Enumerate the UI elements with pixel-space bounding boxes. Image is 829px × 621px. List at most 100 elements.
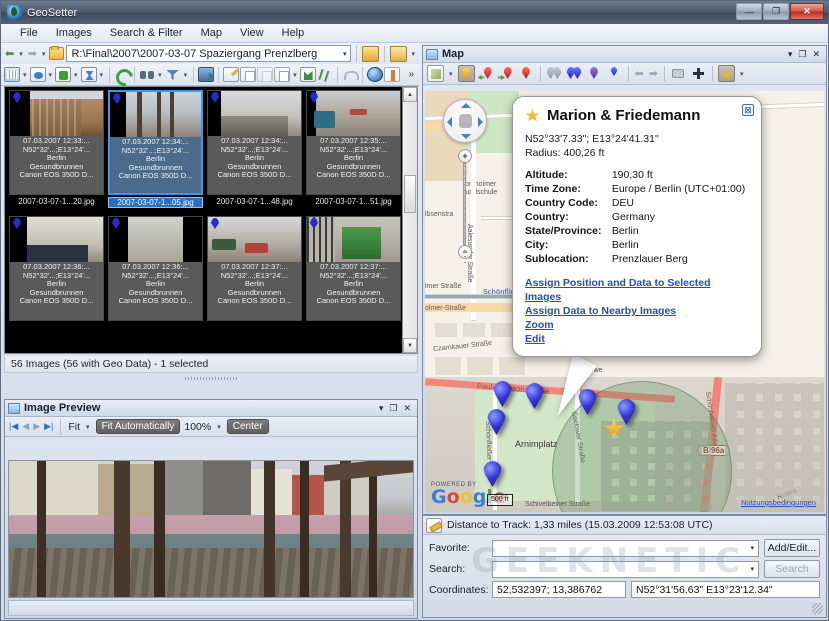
assign-position-link[interactable]: Assign Position and Data to Selected Ima… (525, 276, 749, 304)
thumbnail-box[interactable]: 07.03.2007 12:37:... N52°32'...;E13°24'.… (306, 216, 401, 321)
copy-multi-icon[interactable] (274, 67, 290, 82)
preview-close-button[interactable]: ✕ (403, 403, 411, 414)
search-icon[interactable] (139, 67, 155, 82)
close-button[interactable]: ✕ (790, 3, 824, 20)
map-back-arrow-icon[interactable]: ⬅ (634, 67, 645, 80)
map-maximize-button[interactable]: ❐ (798, 49, 806, 60)
thumbnail-item[interactable]: 07.03.2007 12:36:... N52°32'...;E13°24'.… (108, 216, 203, 321)
forward-history-caret-icon[interactable]: ▾ (40, 50, 48, 58)
thumbnail-item[interactable]: 07.03.2007 12:36:... N52°32'...;E13°24'.… (9, 216, 104, 321)
thumbnail-item[interactable]: 07.03.2007 12:37:... N52°32'...;E13°24'.… (306, 216, 401, 321)
maximize-button[interactable]: ❐ (763, 3, 789, 20)
map-collapse-button[interactable]: ▾ (788, 49, 793, 60)
open-folder-icon[interactable] (49, 47, 64, 60)
filter-icon[interactable] (165, 67, 181, 82)
map-pin[interactable] (617, 399, 636, 425)
save-changes-icon[interactable] (55, 67, 71, 82)
pan-down-arrow-icon[interactable] (461, 134, 471, 139)
thumbnail-item[interactable]: 07.03.2007 12:35:... N52°32'...;E13°24'.… (306, 90, 401, 208)
thumbnail-box[interactable]: 07.03.2007 12:36:... N52°32'...;E13°24'.… (108, 216, 203, 321)
prev-image-button[interactable]: ◀ (22, 421, 29, 432)
map-forward-arrow-icon[interactable]: ➡ (648, 67, 659, 80)
paste-icon[interactable] (257, 67, 273, 82)
refresh-icon[interactable] (114, 67, 130, 82)
forward-arrow-icon[interactable]: ➡ (27, 47, 38, 60)
pan-right-arrow-icon[interactable] (478, 117, 483, 127)
thumbnail-box[interactable]: 07.03.2007 12:34:... N52°32'...;E13°24'.… (207, 90, 302, 195)
thumbnail-item[interactable]: 07.03.2007 12:33:... N52°32'...;E13°24'.… (9, 90, 104, 208)
recent-folders-icon[interactable] (390, 46, 407, 62)
info-icon[interactable] (384, 67, 400, 82)
fit-caret-icon[interactable]: ▾ (84, 423, 92, 431)
balloon-icon[interactable] (670, 65, 687, 82)
recent-folders-caret-icon[interactable]: ▾ (409, 50, 417, 58)
scrollbar-thumb[interactable] (404, 175, 416, 213)
view-grid-icon[interactable] (4, 67, 20, 82)
cut-icon[interactable] (317, 67, 333, 82)
coordinates-decimal-field[interactable]: 52,532397; 13,386762 (492, 581, 626, 598)
export-excel-icon[interactable] (300, 67, 316, 82)
pins-all-icon[interactable] (546, 65, 563, 82)
search-button[interactable]: Search (764, 560, 820, 578)
scroll-up-arrow-icon[interactable]: ▲ (403, 87, 417, 102)
panel-splitter[interactable] (4, 375, 418, 381)
thumbnail-box[interactable]: 07.03.2007 12:37:... N52°32'...;E13°24'.… (207, 216, 302, 321)
edit-data-icon[interactable] (30, 67, 46, 82)
undo-changes-caret-icon[interactable]: ▾ (98, 71, 106, 79)
menu-search-filter[interactable]: Search & Filter (101, 25, 192, 41)
map-pin[interactable] (487, 409, 506, 435)
menu-view[interactable]: View (231, 25, 273, 41)
map-type-icon[interactable] (427, 65, 444, 82)
scroll-down-arrow-icon[interactable]: ▼ (403, 338, 417, 353)
pins-multi-icon[interactable] (566, 65, 583, 82)
thumbnail-item[interactable]: 07.03.2007 12:37:... N52°32'...;E13°24'.… (207, 216, 302, 321)
thumbnail-scrollbar[interactable]: ▲ ▼ (402, 87, 417, 353)
back-history-caret-icon[interactable]: ▾ (17, 50, 25, 58)
thumbnail-box[interactable]: 07.03.2007 12:34:... N52°32'...;E13°24'.… (108, 90, 203, 195)
edit-data-caret-icon[interactable]: ▾ (47, 71, 55, 79)
favorite-combo[interactable]: ▾ (492, 540, 759, 557)
globe-icon[interactable] (367, 67, 383, 82)
zoom-link[interactable]: Zoom (525, 318, 749, 332)
copy-multi-caret-icon[interactable]: ▾ (291, 71, 299, 79)
map-pin[interactable] (493, 381, 512, 407)
minimize-button[interactable]: — (736, 3, 762, 20)
filter-caret-icon[interactable]: ▾ (182, 71, 190, 79)
edit-link[interactable]: Edit (525, 332, 749, 346)
thumbnail-item-selected[interactable]: 07.03.2007 12:34:... N52°32'...;E13°24'.… (108, 90, 203, 208)
window-resize-grip[interactable] (812, 603, 823, 614)
pin-select-icon[interactable] (458, 65, 475, 82)
pin-red-icon[interactable] (518, 65, 535, 82)
thumbnail-box[interactable]: 07.03.2007 12:36:... N52°32'...;E13°24'.… (9, 216, 104, 321)
center-button[interactable]: Center (227, 419, 269, 434)
pan-up-arrow-icon[interactable] (461, 103, 471, 108)
add-edit-button[interactable]: Add/Edit... (764, 539, 820, 557)
map-type-caret-icon[interactable]: ▾ (447, 70, 455, 78)
menu-help[interactable]: Help (273, 25, 314, 41)
preview-image[interactable] (8, 460, 414, 598)
pin-assign-right-icon[interactable] (498, 65, 515, 82)
map-pin[interactable] (525, 383, 544, 409)
popup-close-button[interactable]: ⊠ (742, 104, 754, 116)
search-caret-icon[interactable]: ▾ (156, 71, 164, 79)
favorite-star-icon[interactable] (718, 65, 735, 82)
next-image-button[interactable]: ▶ (33, 421, 40, 432)
menu-file[interactable]: File (11, 25, 47, 41)
pins-nearby-icon[interactable] (586, 65, 603, 82)
search-input[interactable]: ▾ (492, 561, 759, 578)
thumbnail-box[interactable]: 07.03.2007 12:33:... N52°32'...;E13°24'.… (9, 90, 104, 195)
save-changes-caret-icon[interactable]: ▾ (72, 71, 80, 79)
map-canvas[interactable]: Esplanade omhoimer rundschule lbsenstra … (425, 91, 824, 512)
pin-assign-left-icon[interactable] (478, 65, 495, 82)
copy-icon[interactable] (240, 67, 256, 82)
thumbnail-item[interactable]: 07.03.2007 12:34:... N52°32'...;E13°24'.… (207, 90, 302, 208)
edit-exif-icon[interactable] (223, 67, 239, 82)
zoom-caret-icon[interactable]: ▾ (215, 423, 223, 431)
thumbnail-grid[interactable]: 07.03.2007 12:33:... N52°32'...;E13°24'.… (4, 86, 418, 354)
preview-maximize-button[interactable]: ❐ (389, 403, 397, 414)
edit-pencil-icon[interactable] (426, 518, 442, 533)
pan-left-arrow-icon[interactable] (447, 117, 452, 127)
pin-search-icon[interactable] (606, 65, 623, 82)
map-close-button[interactable]: ✕ (812, 49, 820, 60)
menu-images[interactable]: Images (47, 25, 101, 41)
